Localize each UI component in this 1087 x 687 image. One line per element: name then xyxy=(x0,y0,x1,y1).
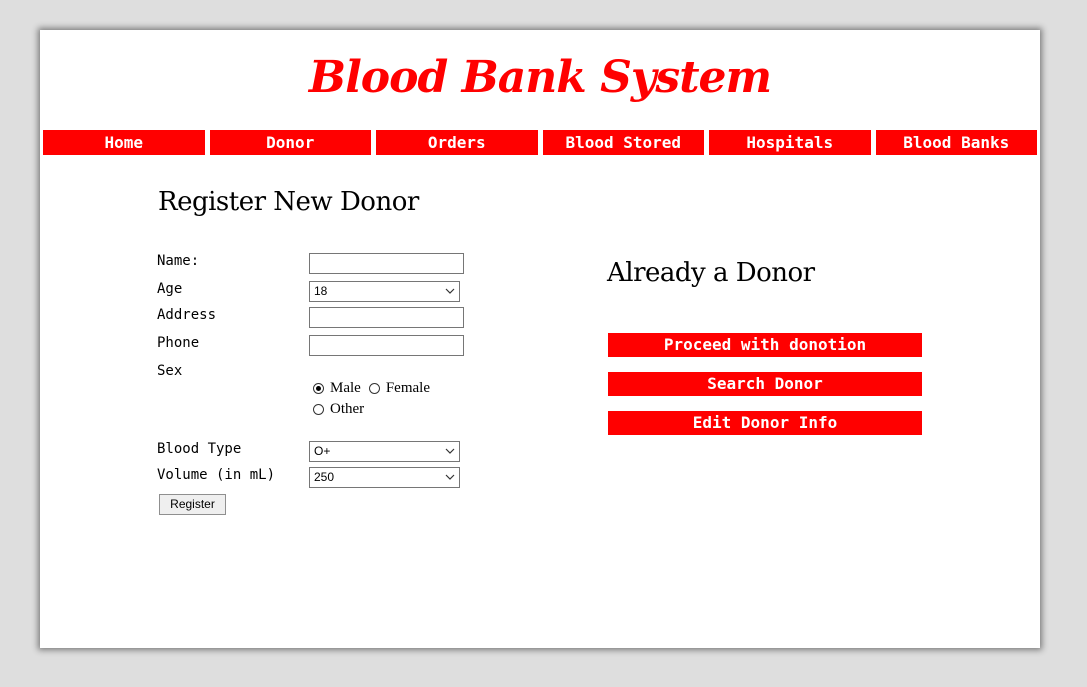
name-input[interactable] xyxy=(309,253,464,274)
sex-radio-other[interactable] xyxy=(313,404,324,415)
age-select-value: 18 xyxy=(314,284,328,298)
sex-label-female: Female xyxy=(385,380,430,396)
address-input[interactable] xyxy=(309,307,464,328)
edit-donor-info-button[interactable]: Edit Donor Info xyxy=(608,411,922,435)
main-nav: Home Donor Orders Blood Stored Hospitals… xyxy=(43,130,1037,155)
sex-label-other: Other xyxy=(330,401,365,417)
sex-radio-row-1: Male Female xyxy=(313,380,438,397)
sex-radio-male[interactable] xyxy=(313,383,324,394)
register-button[interactable]: Register xyxy=(159,494,226,515)
address-label: Address xyxy=(157,307,217,323)
nav-item-blood-stored[interactable]: Blood Stored xyxy=(542,130,704,155)
volume-select-value: 250 xyxy=(314,470,335,484)
name-label: Name: xyxy=(157,253,200,269)
proceed-donation-button[interactable]: Proceed with donotion xyxy=(608,333,922,357)
nav-item-orders[interactable]: Orders xyxy=(376,130,538,155)
nav-item-hospitals[interactable]: Hospitals xyxy=(709,130,871,155)
phone-input[interactable] xyxy=(309,335,464,356)
page-card: Blood Bank System Home Donor Orders Bloo… xyxy=(40,30,1040,648)
nav-item-home[interactable]: Home xyxy=(43,130,205,155)
nav-item-blood-banks[interactable]: Blood Banks xyxy=(875,130,1037,155)
phone-label: Phone xyxy=(157,335,200,351)
search-donor-button[interactable]: Search Donor xyxy=(608,372,922,396)
chevron-down-icon xyxy=(445,448,455,454)
site-title: Blood Bank System xyxy=(308,52,772,103)
blood-type-select-value: O+ xyxy=(314,444,331,458)
sex-label: Sex xyxy=(157,363,183,379)
blood-type-label: Blood Type xyxy=(157,441,242,457)
sex-label-male: Male xyxy=(330,380,361,396)
volume-label: Volume (in mL) xyxy=(157,467,276,483)
blood-type-select[interactable]: O+ xyxy=(309,441,460,462)
sex-radio-female[interactable] xyxy=(368,383,380,394)
volume-select[interactable]: 250 xyxy=(309,467,460,488)
register-heading: Register New Donor xyxy=(158,187,419,217)
sex-radio-row-2: Other xyxy=(313,401,372,418)
chevron-down-icon xyxy=(445,474,455,480)
already-donor-heading: Already a Donor xyxy=(607,258,815,288)
chevron-down-icon xyxy=(445,288,455,294)
nav-item-donor[interactable]: Donor xyxy=(209,130,371,155)
age-label: Age xyxy=(157,281,183,297)
age-select[interactable]: 18 xyxy=(309,281,460,302)
